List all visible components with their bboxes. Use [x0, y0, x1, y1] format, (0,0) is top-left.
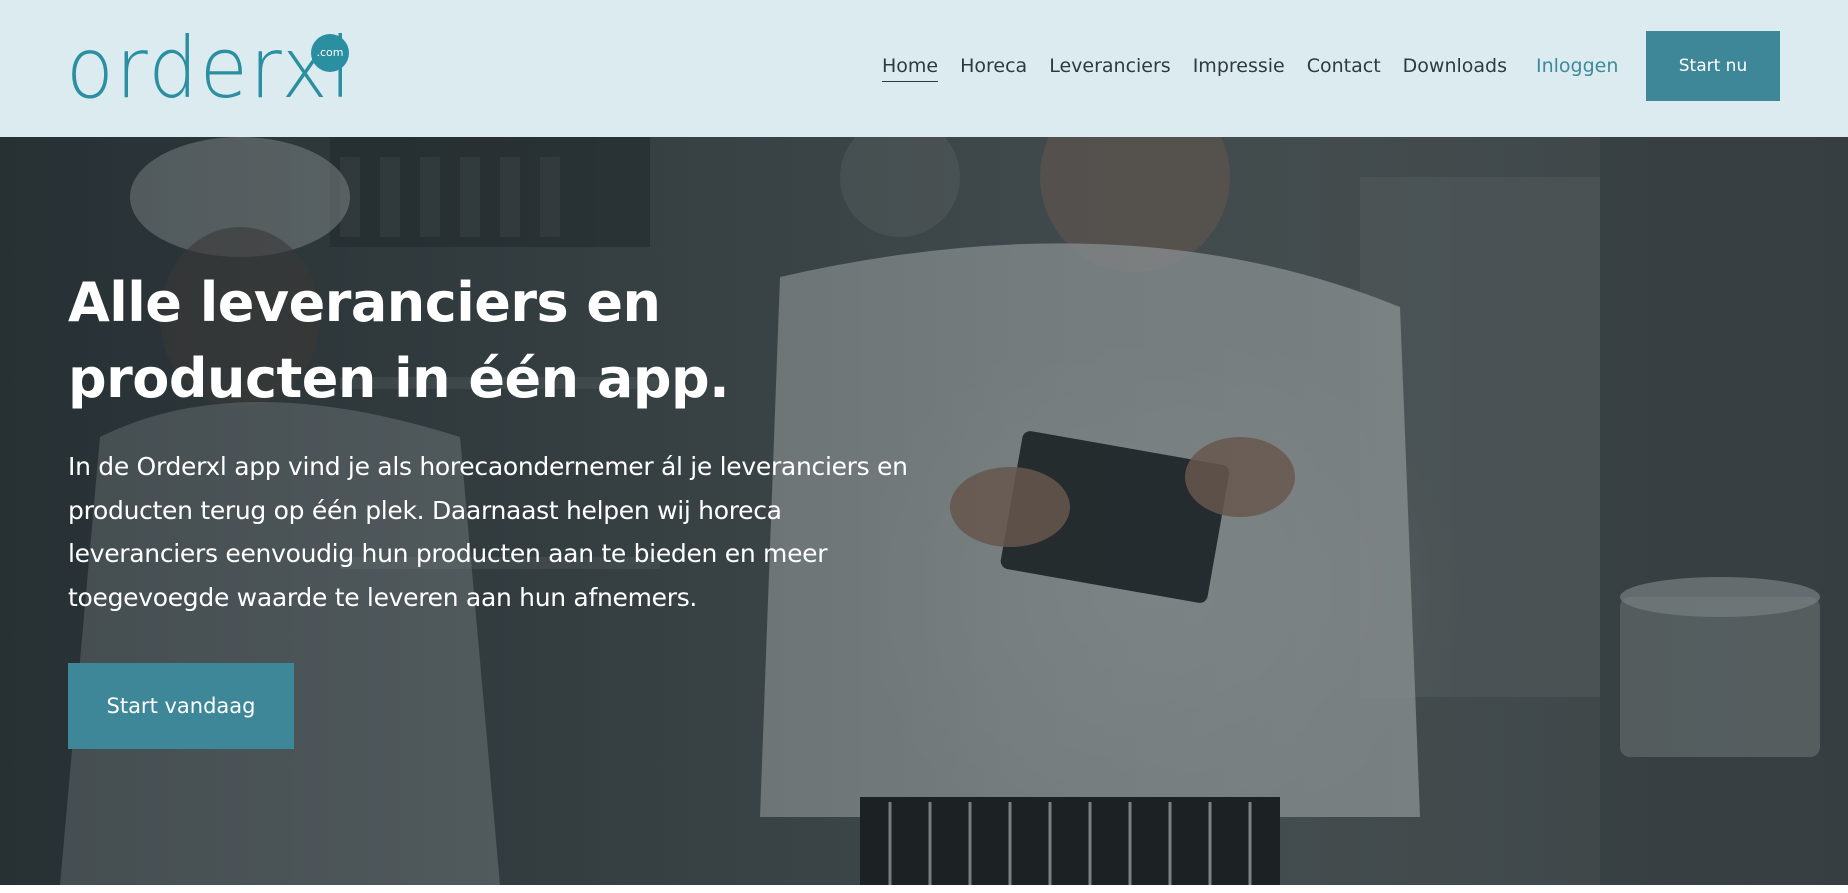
logo-wordmark: orderxl — [66, 19, 354, 117]
hero-title: Alle leveranciers en producten in één ap… — [68, 271, 730, 410]
nav-item-contact[interactable]: Contact — [1307, 53, 1381, 81]
hero-section: Alle leveranciers en producten in één ap… — [0, 137, 1848, 885]
login-link[interactable]: Inloggen — [1536, 52, 1618, 80]
orderxl-logo[interactable]: orderxl .com — [66, 19, 366, 117]
nav-item-horeca[interactable]: Horeca — [960, 53, 1027, 81]
logo-com-badge: .com — [311, 34, 349, 72]
nav-item-home[interactable]: Home — [882, 53, 939, 82]
main-nav: Home Horeca Leveranciers Impressie Conta… — [882, 52, 1507, 82]
nav-item-leveranciers[interactable]: Leveranciers — [1049, 53, 1171, 81]
start-now-button[interactable]: Start nu — [1646, 31, 1780, 101]
nav-item-impressie[interactable]: Impressie — [1193, 53, 1285, 81]
site-header: orderxl .com Home Horeca Leveranciers Im… — [0, 0, 1848, 137]
page-bottom-strip — [0, 885, 1848, 893]
start-today-button[interactable]: Start vandaag — [68, 663, 294, 749]
nav-item-downloads[interactable]: Downloads — [1403, 53, 1507, 81]
hero-description: In de Orderxl app vind je als horecaonde… — [68, 452, 908, 612]
